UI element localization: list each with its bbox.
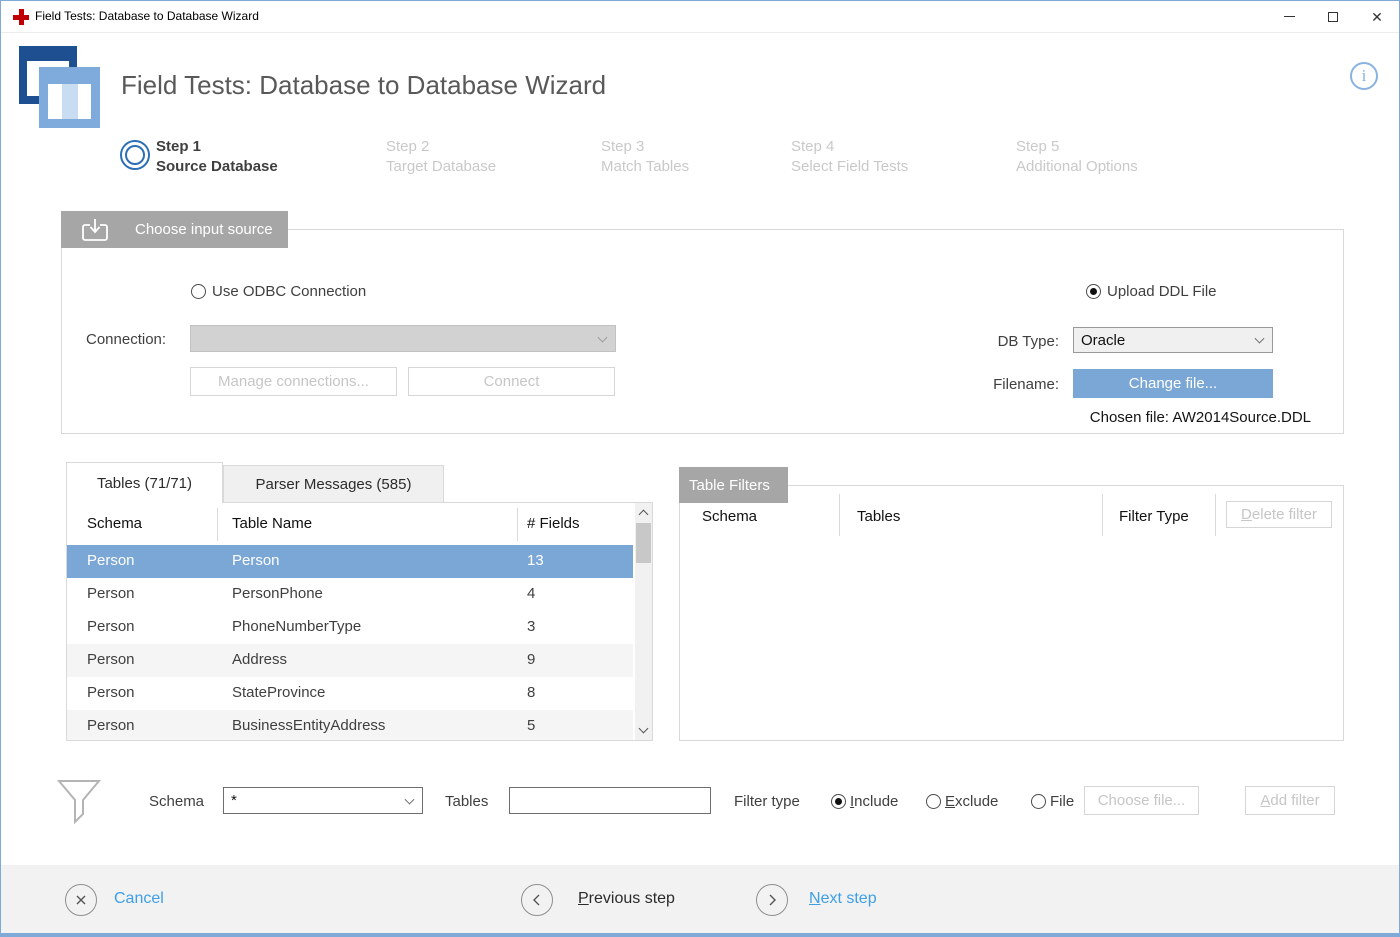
tables-header-row: Schema Table Name # Fields: [67, 503, 633, 545]
window-title: Field Tests: Database to Database Wizard: [35, 1, 259, 32]
table-row[interactable]: Person StateProvince 8: [67, 677, 633, 710]
upload-ddl-label[interactable]: Upload DDL File: [1107, 283, 1217, 300]
column-divider: [1102, 494, 1103, 536]
connect-button: Connect: [408, 367, 615, 396]
upload-ddl-radio[interactable]: [1086, 284, 1101, 299]
app-cross-icon: [13, 9, 29, 25]
table-row[interactable]: Person BusinessEntityAddress 5: [67, 710, 633, 741]
db-type-label: DB Type:: [986, 333, 1059, 350]
maximize-button[interactable]: [1311, 1, 1355, 32]
filters-column-schema: Schema: [702, 508, 757, 525]
app-window: Field Tests: Database to Database Wizard…: [0, 0, 1400, 937]
exclude-radio[interactable]: [926, 794, 941, 809]
add-filter-button: Add filter: [1245, 786, 1335, 815]
column-num-fields: # Fields: [527, 515, 580, 532]
chevron-down-icon: [405, 794, 415, 804]
table-row[interactable]: Person PersonPhone 4: [67, 578, 633, 611]
tab-parser-messages[interactable]: Parser Messages (585): [223, 465, 444, 503]
file-label[interactable]: File: [1050, 793, 1074, 810]
step-2-target-database: Step 2Target Database: [386, 137, 496, 177]
filters-column-filter-type: Filter Type: [1119, 508, 1189, 525]
chosen-file-text: Chosen file: AW2014Source.DDL: [1001, 409, 1311, 426]
chevron-down-icon: [598, 332, 608, 342]
input-source-header: Choose input source: [61, 211, 288, 248]
delete-filter-button: Delete filter: [1226, 501, 1332, 528]
change-file-button[interactable]: Change file...: [1073, 369, 1273, 398]
next-step-link[interactable]: Next step: [809, 890, 877, 908]
page-title: Field Tests: Database to Database Wizard: [121, 70, 606, 101]
tab-tables[interactable]: Tables (71/71): [66, 462, 223, 503]
cancel-x-icon: [74, 893, 88, 907]
chevron-right-icon: [765, 893, 779, 907]
filter-funnel-icon: [57, 779, 101, 825]
step-1-source-database: Step 1Source Database: [156, 137, 278, 177]
input-source-title: Choose input source: [135, 221, 273, 238]
column-schema: Schema: [87, 515, 142, 532]
minimize-button[interactable]: [1267, 1, 1311, 32]
tables-scrollbar[interactable]: [635, 503, 652, 740]
step-1-circle-icon: [120, 140, 150, 170]
table-row[interactable]: Person Address 9: [67, 644, 633, 677]
filename-label: Filename:: [979, 376, 1059, 393]
cancel-circle-button[interactable]: [65, 884, 97, 916]
filter-type-label: Filter type: [734, 793, 800, 810]
column-divider: [217, 508, 218, 541]
exclude-label[interactable]: Exclude: [945, 793, 998, 810]
filter-schema-label: Schema: [149, 793, 204, 810]
filter-tables-label: Tables: [445, 793, 488, 810]
maximize-icon: [1328, 12, 1338, 22]
step-4-select-field-tests: Step 4Select Field Tests: [791, 137, 908, 177]
column-divider: [517, 508, 518, 541]
manage-connections-button: Manage connections...: [190, 367, 397, 396]
footer-bar: Cancel Previous step Next step: [1, 865, 1399, 933]
next-step-circle-button[interactable]: [756, 884, 788, 916]
connection-label: Connection:: [86, 331, 166, 348]
include-label[interactable]: Include: [850, 793, 898, 810]
filters-column-tables: Tables: [857, 508, 900, 525]
column-divider: [1215, 494, 1216, 536]
previous-step-circle-button[interactable]: [521, 884, 553, 916]
db-type-select[interactable]: Oracle: [1073, 327, 1273, 353]
info-icon[interactable]: i: [1350, 62, 1378, 90]
table-row[interactable]: Person PhoneNumberType 3: [67, 611, 633, 644]
odbc-connection-label[interactable]: Use ODBC Connection: [212, 283, 366, 300]
column-table-name: Table Name: [232, 515, 312, 532]
chevron-down-icon: [1255, 334, 1265, 344]
connection-select: [190, 325, 616, 352]
odbc-connection-radio[interactable]: [191, 284, 206, 299]
step-5-additional-options: Step 5Additional Options: [1016, 137, 1138, 177]
choose-file-button: Choose file...: [1084, 786, 1199, 815]
scroll-down-icon[interactable]: [639, 724, 649, 734]
previous-step-link[interactable]: Previous step: [578, 890, 675, 908]
scrollbar-thumb[interactable]: [636, 523, 651, 563]
cancel-link[interactable]: Cancel: [114, 890, 164, 908]
app-logo-icon: [19, 46, 101, 128]
table-filters-header: Table Filters: [679, 467, 788, 503]
filter-schema-select[interactable]: *: [223, 787, 423, 814]
column-divider: [839, 494, 840, 536]
include-radio[interactable]: [831, 794, 846, 809]
file-radio[interactable]: [1031, 794, 1046, 809]
close-button[interactable]: ✕: [1355, 1, 1399, 32]
table-row[interactable]: Person Person 13: [67, 545, 633, 578]
titlebar: Field Tests: Database to Database Wizard…: [1, 1, 1399, 33]
filter-tables-input[interactable]: [509, 787, 711, 814]
minimize-icon: [1284, 16, 1295, 17]
download-icon: [81, 218, 109, 242]
tables-panel: Schema Table Name # Fields Person Person…: [66, 502, 653, 741]
step-3-match-tables: Step 3Match Tables: [601, 137, 689, 177]
scroll-up-icon[interactable]: [639, 510, 649, 520]
table-filters-panel: Schema Tables Filter Type Delete filter: [679, 485, 1344, 741]
chevron-left-icon: [530, 893, 544, 907]
close-icon: ✕: [1371, 10, 1383, 24]
